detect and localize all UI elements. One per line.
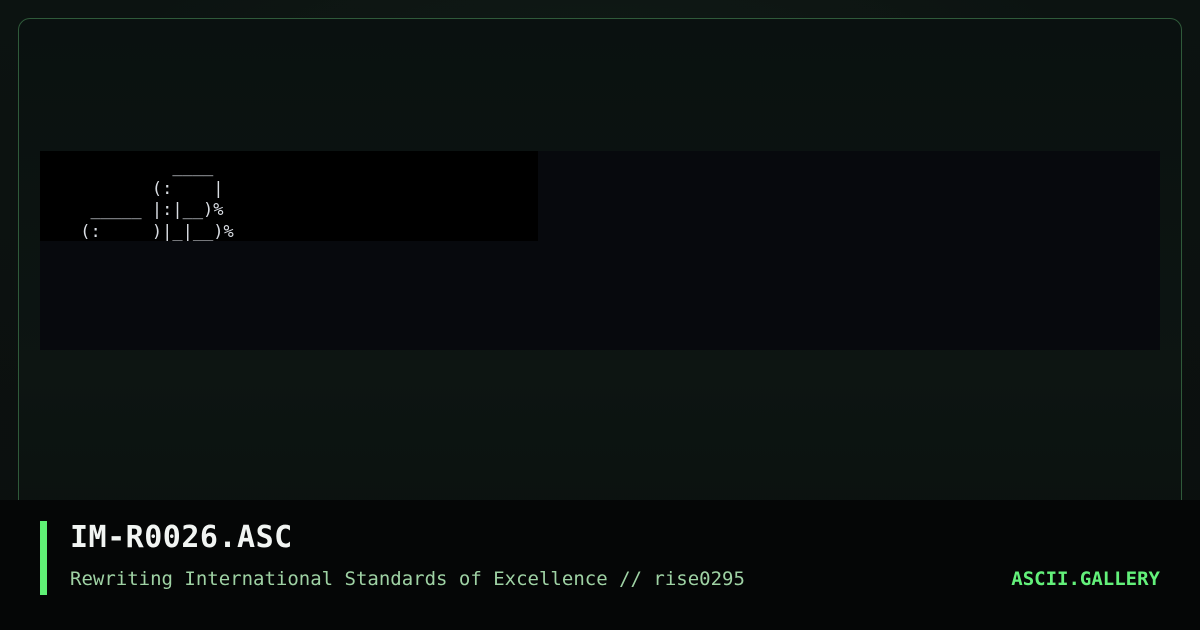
accent-bar (40, 521, 47, 595)
site-brand-link[interactable]: ASCII.GALLERY (1011, 568, 1160, 590)
og-card: ____ (: | _____ |:|__)% (: )|_|__)% IM-R… (0, 0, 1200, 630)
artwork-subtitle: Rewriting International Standards of Exc… (70, 568, 745, 590)
ascii-art-text: ____ (: | _____ |:|__)% (: )|_|__)% (80, 157, 234, 241)
ascii-art-preview: ____ (: | _____ |:|__)% (: )|_|__)% (40, 151, 538, 241)
footer-bar: IM-R0026.ASC Rewriting International Sta… (0, 500, 1200, 630)
artwork-title: IM-R0026.ASC (70, 520, 293, 555)
